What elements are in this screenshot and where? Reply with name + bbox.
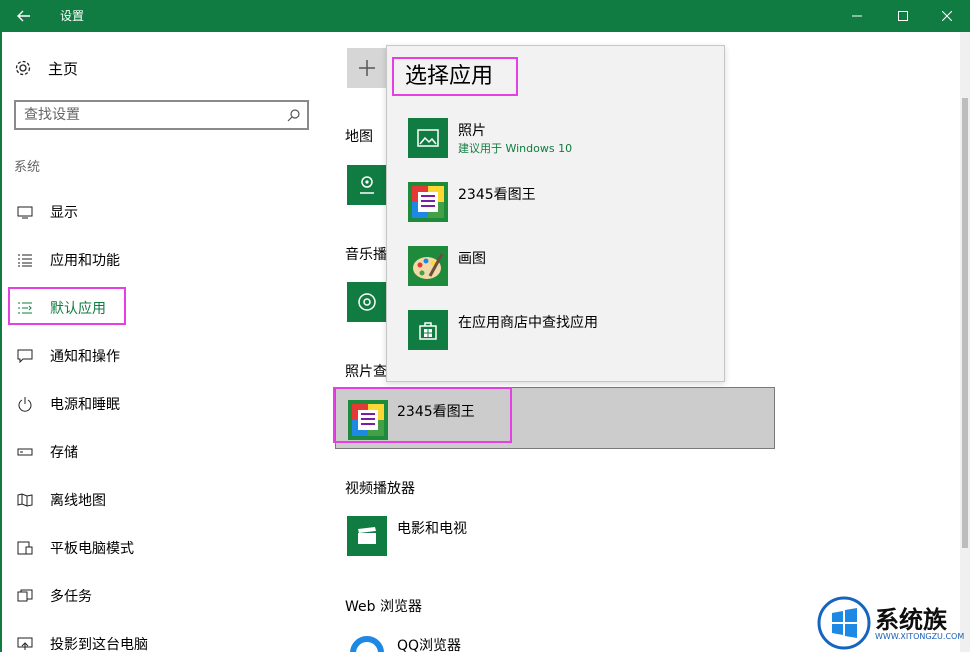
home-nav-item[interactable]: 主页	[14, 56, 78, 80]
watermark-text: 系统族	[875, 606, 947, 634]
maps-icon	[360, 176, 374, 194]
sidebar-item-label: 多任务	[50, 589, 92, 605]
sidebar-item-label: 通知和操作	[50, 349, 120, 365]
project-icon	[16, 635, 34, 652]
groove-music-icon	[358, 293, 376, 311]
notification-icon	[16, 347, 34, 365]
photos-icon	[408, 118, 448, 158]
storage-icon	[16, 443, 34, 461]
add-default-button[interactable]	[347, 48, 387, 88]
back-arrow-icon	[17, 10, 30, 22]
flyout-item-photos[interactable]: 照片 建议用于 Windows 10	[408, 118, 708, 162]
apps-list-icon	[16, 251, 34, 269]
browser-app-label: QQ浏览器	[397, 638, 462, 652]
home-label: 主页	[48, 59, 79, 78]
highlight-box-default-apps	[8, 287, 126, 325]
sidebar-item-display[interactable]: 显示	[16, 200, 78, 224]
search-input[interactable]	[24, 106, 274, 124]
sidebar-item-power[interactable]: 电源和睡眠	[16, 392, 120, 416]
site-watermark: 系统族 WWW.XITONGZU.COM	[817, 596, 967, 650]
minimize-icon	[852, 15, 862, 17]
choose-app-flyout: 选择应用 照片 建议用于 Windows 10 2345看图王 画图 在应用商店…	[386, 45, 725, 382]
windows-logo-icon	[817, 596, 871, 650]
multitask-icon	[16, 587, 34, 605]
category-video: 视频播放器	[345, 481, 415, 497]
sidebar-item-multitasking[interactable]: 多任务	[16, 584, 92, 608]
sidebar-item-label: 平板电脑模式	[50, 541, 134, 557]
minimize-button[interactable]	[834, 0, 880, 32]
sidebar-item-label: 投影到这台电脑	[50, 637, 148, 652]
category-photo: 照片查	[345, 364, 387, 380]
highlight-box-flyout-title	[392, 57, 518, 96]
section-label: 系统	[14, 160, 41, 175]
flyout-item-2345-viewer[interactable]: 2345看图王	[408, 182, 708, 226]
close-icon	[942, 11, 952, 21]
gear-icon	[15, 60, 31, 76]
sidebar-item-notifications[interactable]: 通知和操作	[16, 344, 120, 368]
maps-app-tile[interactable]	[347, 165, 387, 205]
back-button[interactable]	[0, 0, 48, 32]
sidebar-item-label: 存储	[50, 445, 78, 461]
2345-viewer-icon	[408, 182, 448, 222]
movies-tv-icon	[358, 527, 376, 544]
highlight-box-photo-app	[333, 387, 512, 443]
offline-map-icon	[16, 491, 34, 509]
paint-icon	[408, 246, 448, 286]
flyout-item-store[interactable]: 在应用商店中查找应用	[408, 310, 708, 354]
scrollbar-thumb[interactable]	[962, 98, 968, 548]
settings-search-box[interactable]	[14, 100, 309, 130]
sidebar-item-offline-maps[interactable]: 离线地图	[16, 488, 106, 512]
flyout-item-name: 2345看图王	[458, 187, 536, 203]
flyout-item-paint[interactable]: 画图	[408, 246, 708, 290]
flyout-item-name: 在应用商店中查找应用	[458, 315, 598, 331]
window-left-border	[0, 32, 2, 652]
category-music: 音乐播	[345, 247, 387, 263]
display-icon	[16, 203, 34, 221]
maximize-button[interactable]	[880, 0, 926, 32]
title-bar: 设置	[0, 0, 970, 32]
qq-browser-icon[interactable]	[350, 636, 384, 652]
sidebar-item-label: 显示	[50, 205, 78, 221]
store-icon	[408, 310, 448, 350]
flyout-item-name: 照片	[458, 123, 486, 139]
video-app-label: 电影和电视	[397, 521, 467, 537]
maximize-icon	[898, 11, 908, 21]
sidebar-item-apps[interactable]: 应用和功能	[16, 248, 120, 272]
close-button[interactable]	[924, 0, 970, 32]
watermark-url: WWW.XITONGZU.COM	[875, 632, 965, 641]
category-maps: 地图	[345, 129, 373, 145]
sidebar-item-tablet-mode[interactable]: 平板电脑模式	[16, 536, 134, 560]
window-title: 设置	[60, 9, 85, 23]
power-icon	[16, 395, 34, 413]
flyout-item-name: 画图	[458, 251, 486, 267]
sidebar-item-label: 电源和睡眠	[50, 397, 120, 413]
sidebar-item-storage[interactable]: 存储	[16, 440, 78, 464]
flyout-item-recommended: 建议用于 Windows 10	[458, 142, 573, 155]
tablet-mode-icon	[16, 539, 34, 557]
plus-icon	[359, 60, 375, 76]
category-browser: Web 浏览器	[345, 599, 422, 615]
video-app-tile[interactable]	[347, 516, 387, 556]
search-icon[interactable]	[287, 108, 301, 122]
sidebar-item-label: 应用和功能	[50, 253, 120, 269]
sidebar-item-project[interactable]: 投影到这台电脑	[16, 632, 148, 652]
sidebar-item-label: 离线地图	[50, 493, 106, 509]
music-app-tile[interactable]	[347, 282, 387, 322]
